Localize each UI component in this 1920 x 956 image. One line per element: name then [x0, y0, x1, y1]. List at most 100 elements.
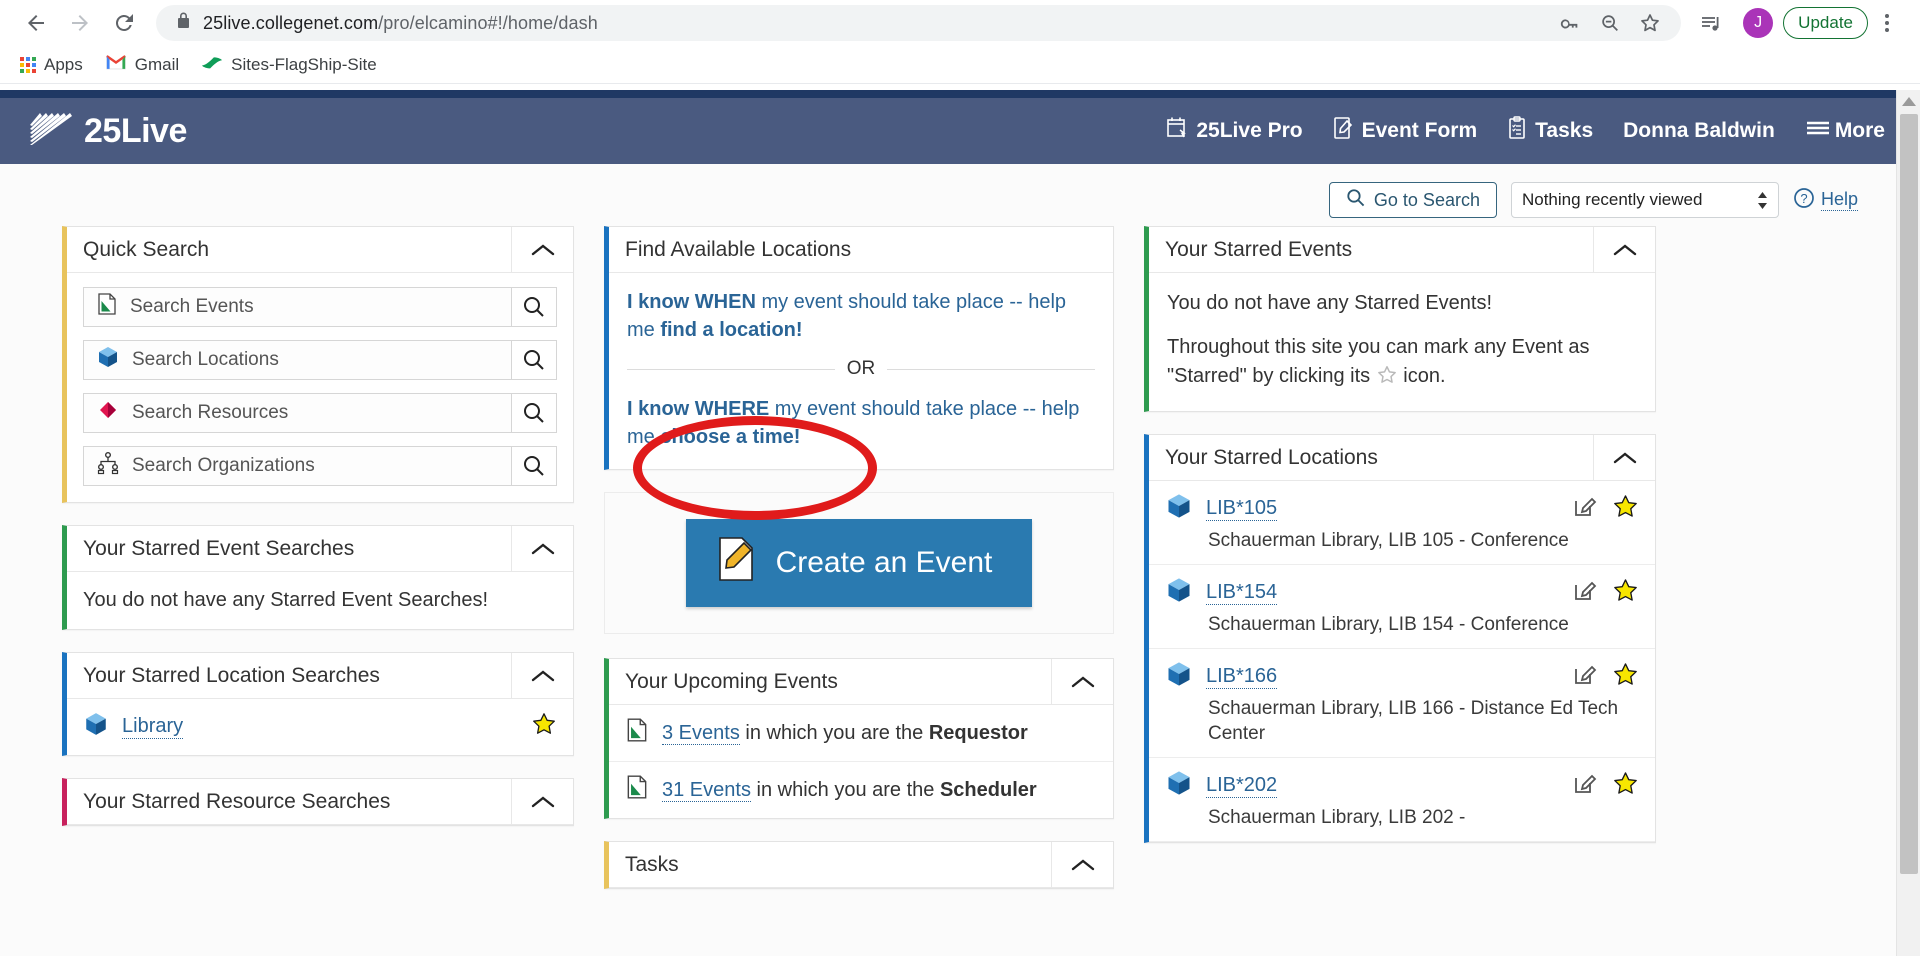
collapse-toggle[interactable] [1593, 226, 1655, 273]
table-row[interactable]: LIB*166 Schauerman Library, LIB 166 - Di… [1149, 649, 1655, 759]
nav-label: Donna Baldwin [1623, 119, 1775, 142]
empty-message: You do not have any Starred Events! [1167, 292, 1493, 314]
table-row[interactable]: LIB*105 Schauerman Library, LIB 105 - Co… [1149, 481, 1655, 566]
event-count[interactable]: 31 Events [662, 778, 751, 802]
star-filled-icon[interactable] [1612, 661, 1639, 693]
panel-header: Your Starred Location Searches [67, 652, 573, 699]
search-organizations-button[interactable] [511, 446, 557, 486]
panel-header: Your Starred Event Searches [67, 525, 573, 572]
search-locations-button[interactable] [511, 340, 557, 380]
collapse-toggle[interactable] [1593, 434, 1655, 481]
collapse-toggle[interactable] [1051, 658, 1113, 705]
go-to-search-button[interactable]: Go to Search [1328, 182, 1497, 218]
nav-event-form[interactable]: Event Form [1333, 116, 1477, 146]
location-code[interactable]: LIB*166 [1206, 665, 1278, 689]
list-item[interactable]: Library [67, 699, 573, 755]
location-code[interactable]: LIB*154 [1206, 581, 1278, 605]
event-count[interactable]: 3 Events [662, 721, 740, 745]
panel-body: You do not have any Starred Event Search… [67, 572, 573, 629]
table-row[interactable]: 3 Events in which you are the Requestor [609, 705, 1113, 763]
bookmark-gmail[interactable]: Gmail [105, 54, 179, 76]
search-events-button[interactable] [511, 287, 557, 327]
edit-icon[interactable] [1573, 771, 1597, 800]
starred-locations-panel: Your Starred Locations LIB*105 Schauerma… [1144, 434, 1656, 844]
row-actions [1573, 770, 1639, 802]
table-row[interactable]: LIB*154 Schauerman Library, LIB 154 - Co… [1149, 565, 1655, 650]
row-actions [1573, 661, 1639, 693]
calendar-icon [1166, 116, 1188, 146]
star-filled-icon[interactable] [1612, 493, 1639, 525]
star-filled-icon[interactable] [1612, 577, 1639, 609]
know-where-link[interactable]: I know WHERE my event should take place … [627, 396, 1095, 451]
panel-header: Your Starred Events [1149, 226, 1655, 273]
search-organizations-input[interactable]: Search Organizations [83, 446, 511, 486]
collapse-toggle[interactable] [1051, 841, 1113, 888]
url-domain: 25live.collegenet.com [203, 12, 379, 33]
right-column: Your Starred Events You do not have any … [1144, 226, 1656, 865]
media-list-button[interactable] [1689, 1, 1733, 45]
forward-button[interactable] [58, 1, 102, 45]
top-stripe [0, 90, 1920, 98]
browser-chrome: 25live.collegenet.com/pro/elcamino#!/hom… [0, 0, 1920, 90]
nav-25live-pro[interactable]: 25Live Pro [1166, 116, 1303, 146]
location-code[interactable]: LIB*202 [1206, 774, 1278, 798]
edit-icon[interactable] [1573, 662, 1597, 691]
scrollbar-thumb[interactable] [1900, 114, 1918, 874]
location-row-top: LIB*166 [1165, 660, 1639, 693]
search-locations-input[interactable]: Search Locations [83, 340, 511, 380]
search-locations-placeholder: Search Locations [132, 349, 279, 370]
app-viewport: 25Live 25Live Pro Event Form Tasks Donna… [0, 90, 1920, 956]
profile-avatar[interactable]: J [1743, 8, 1774, 38]
page-scrollbar[interactable] [1896, 90, 1920, 956]
update-button[interactable]: Update [1783, 7, 1868, 39]
reload-button[interactable] [102, 1, 146, 45]
back-button[interactable] [14, 1, 58, 45]
address-bar[interactable]: 25live.collegenet.com/pro/elcamino#!/hom… [156, 4, 1682, 42]
zoom-out-button[interactable] [1591, 4, 1629, 42]
chevron-updown-icon [1757, 191, 1768, 209]
panel-title: Tasks [625, 852, 679, 876]
location-code[interactable]: LIB*105 [1206, 497, 1278, 521]
create-event-button[interactable]: Create an Event [685, 519, 1033, 608]
table-row[interactable]: LIB*202 Schauerman Library, LIB 202 - [1149, 758, 1655, 843]
update-label: Update [1798, 13, 1853, 32]
bookmark-apps[interactable]: Apps [20, 55, 83, 75]
know-when-link[interactable]: I know WHEN my event should take place -… [627, 289, 1095, 344]
search-resources-button[interactable] [511, 393, 557, 433]
collapse-toggle[interactable] [511, 652, 573, 699]
nav-tasks[interactable]: Tasks [1507, 116, 1593, 146]
collapse-toggle[interactable] [511, 226, 573, 273]
collapse-toggle[interactable] [511, 525, 573, 572]
password-key-button[interactable] [1551, 4, 1589, 42]
resource-diamond-icon [96, 398, 120, 428]
nav-more[interactable]: More [1805, 118, 1885, 144]
search-events-input[interactable]: Search Events [83, 287, 511, 327]
row-role: Requestor [928, 721, 1028, 744]
panel-title: Your Starred Location Searches [83, 663, 380, 687]
table-row[interactable]: 31 Events in which you are the Scheduler [609, 762, 1113, 818]
location-row-top: LIB*154 [1165, 576, 1639, 609]
panel-header: Your Upcoming Events [609, 658, 1113, 706]
organization-icon [96, 451, 120, 481]
bookmark-star-button[interactable] [1631, 4, 1669, 42]
search-resources-input[interactable]: Search Resources [83, 393, 511, 433]
star-filled-icon[interactable] [1612, 770, 1639, 802]
scroll-up-arrow-icon[interactable] [1897, 90, 1920, 112]
bookmark-sites-flagship[interactable]: Sites-FlagShip-Site [201, 54, 377, 75]
edit-icon[interactable] [1573, 494, 1597, 523]
nav-user-name[interactable]: Donna Baldwin [1623, 119, 1775, 143]
star-filled-icon[interactable] [531, 711, 557, 743]
browser-menu-button[interactable] [1872, 5, 1902, 41]
recently-viewed-select[interactable]: Nothing recently viewed [1510, 182, 1779, 218]
forward-arrow-icon [68, 11, 92, 35]
help-link[interactable]: ? Help [1793, 187, 1858, 214]
collapse-toggle[interactable] [511, 778, 573, 825]
recently-viewed-value: Nothing recently viewed [1521, 190, 1703, 209]
location-cube-icon [1165, 576, 1193, 609]
edit-icon[interactable] [1573, 578, 1597, 607]
saved-search-label[interactable]: Library [122, 715, 184, 739]
panel-title: Your Starred Event Searches [83, 536, 355, 560]
brand-logo[interactable]: 25Live [28, 111, 187, 152]
sites-icon [201, 54, 223, 75]
row-mid-text: in which you are the [739, 721, 929, 744]
